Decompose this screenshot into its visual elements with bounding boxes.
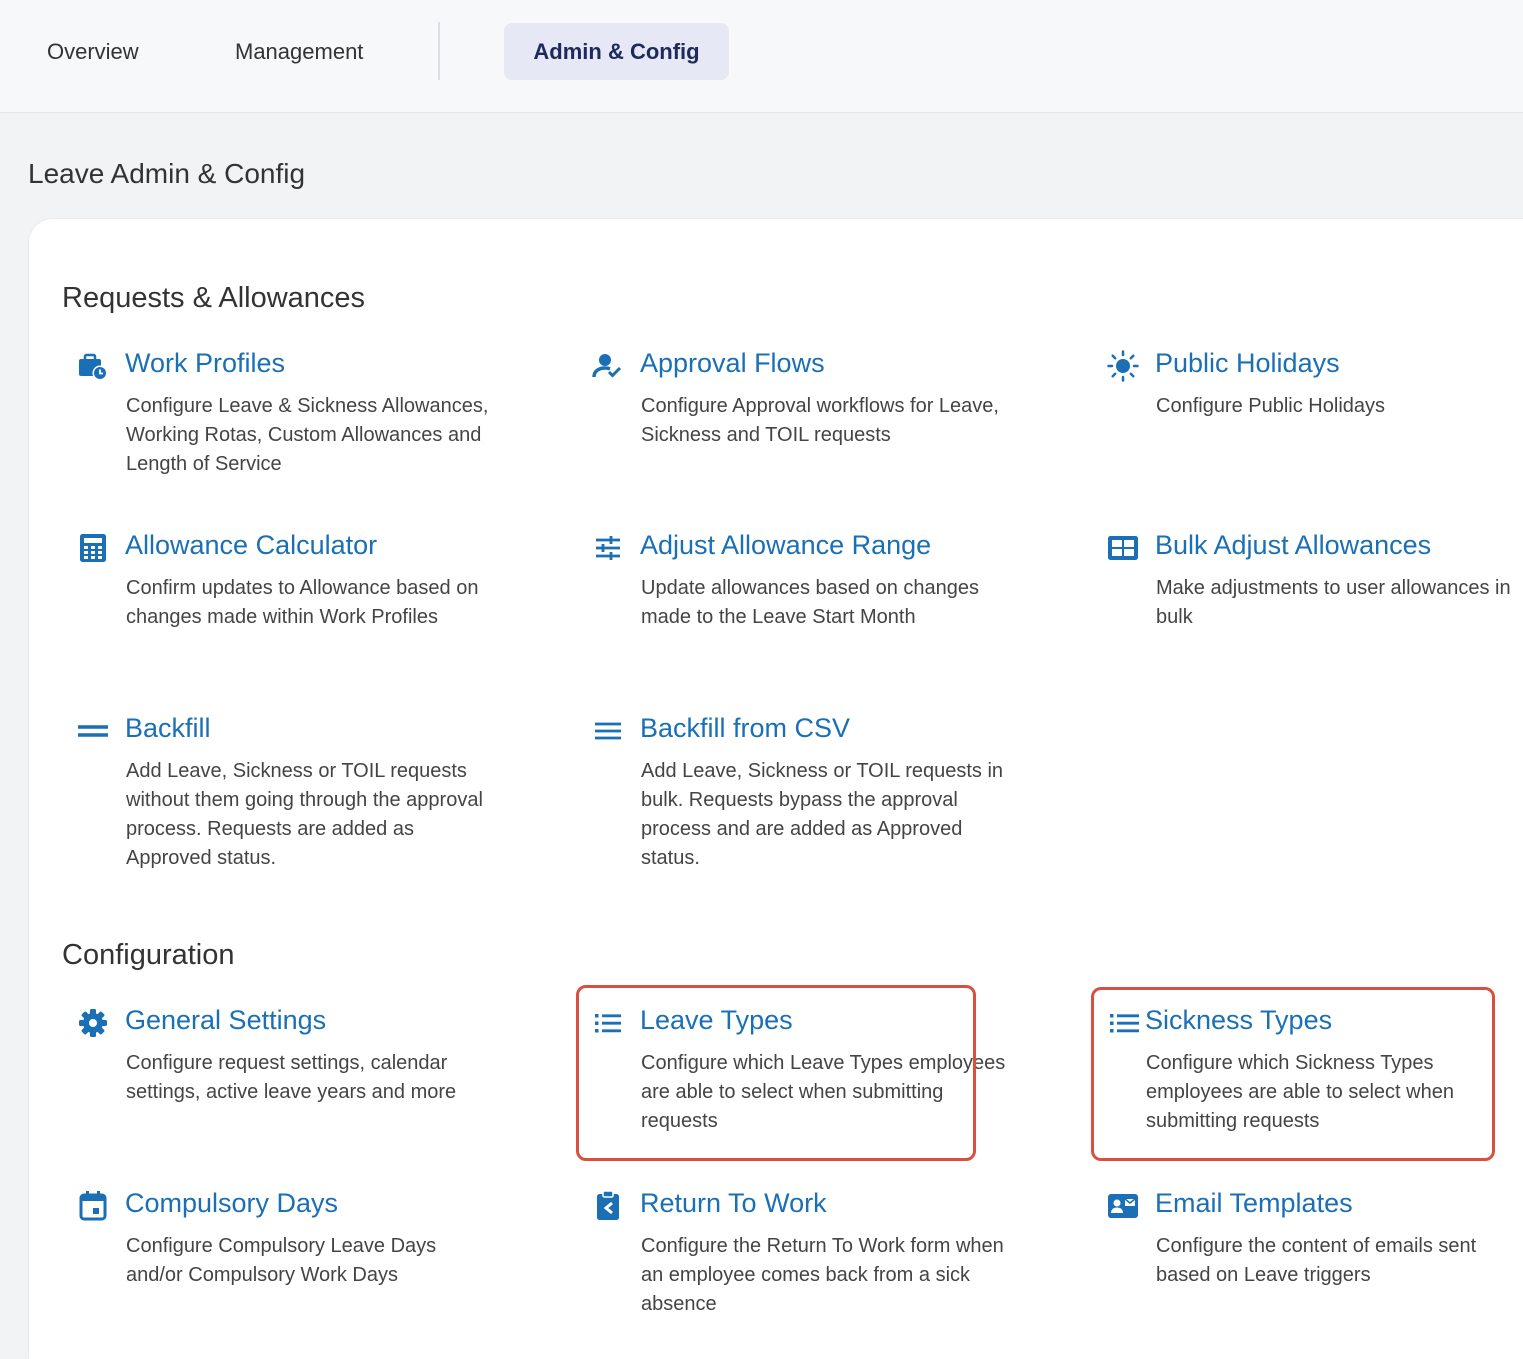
email-templates-description: Configure the content of emails sent bas… [1156,1235,1477,1286]
highlight-box-leave-types [576,985,976,1161]
email-templates-link[interactable]: Email Templates [1155,1188,1353,1219]
compulsory-days-link[interactable]: Compulsory Days [125,1188,338,1219]
briefcase-clock-icon [77,350,109,382]
work-profiles-description: Configure Leave & Sickness Allowances, W… [126,395,489,475]
compulsory-days-description: Configure Compulsory Leave Days and/or C… [126,1235,437,1286]
return-to-work-description: Configure the Return To Work form when a… [641,1235,1004,1315]
menu-lines-icon [592,715,624,747]
calendar-icon [77,1190,109,1222]
backfill-link[interactable]: Backfill [125,713,211,744]
tab-admin-config[interactable]: Admin & Config [504,23,729,80]
general-settings-description: Configure request settings, calendar set… [126,1052,457,1103]
public-holidays-description: Configure Public Holidays [1156,395,1386,417]
section-title-configuration: Configuration [62,939,235,971]
sun-icon [1107,350,1139,382]
section-title-requests: Requests & Allowances [62,282,366,314]
tab-management[interactable]: Management [235,23,363,80]
top-nav-bar: Overview Management Admin & Config [0,0,1523,113]
return-to-work-link[interactable]: Return To Work [640,1188,827,1219]
gear-icon [77,1007,109,1039]
clipboard-return-icon [592,1190,624,1222]
approval-flows-link[interactable]: Approval Flows [640,348,825,379]
adjust-allowance-range-link[interactable]: Adjust Allowance Range [640,530,931,561]
general-settings-link[interactable]: General Settings [125,1005,326,1036]
page-title: Leave Admin & Config [28,158,306,189]
allowance-calculator-description: Confirm updates to Allowance based on ch… [126,577,479,628]
bulk-adjust-allowances-description: Make adjustments to user allowances in b… [1156,577,1511,628]
adjust-allowance-range-description: Update allowances based on changes made … [641,577,980,628]
contact-card-icon [1107,1190,1139,1222]
calculator-icon [77,532,109,564]
tab-divider [438,22,440,80]
backfill-from-csv-link[interactable]: Backfill from CSV [640,713,850,744]
tab-overview[interactable]: Overview [47,23,139,80]
backfill-description: Add Leave, Sickness or TOIL requests wit… [126,760,483,869]
equals-icon [77,715,109,747]
allowance-calculator-link[interactable]: Allowance Calculator [125,530,377,561]
public-holidays-link[interactable]: Public Holidays [1155,348,1340,379]
work-profiles-link[interactable]: Work Profiles [125,348,285,379]
sliders-icon [592,532,624,564]
highlight-box-sickness-types [1091,987,1495,1161]
grid-icon [1107,532,1139,564]
bulk-adjust-allowances-link[interactable]: Bulk Adjust Allowances [1155,530,1431,561]
user-check-icon [592,350,624,382]
approval-flows-description: Configure Approval workflows for Leave, … [641,395,999,446]
backfill-from-csv-description: Add Leave, Sickness or TOIL requests in … [641,760,1004,869]
